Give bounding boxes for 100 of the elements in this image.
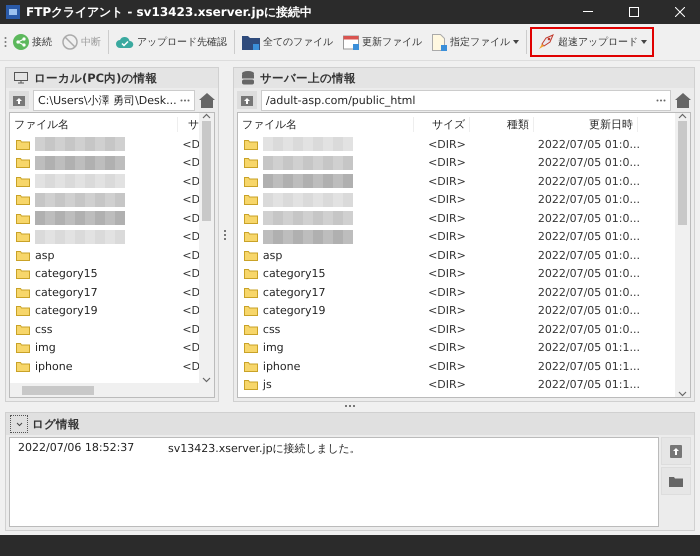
folder-icon bbox=[244, 286, 258, 298]
toolbar-grip-icon bbox=[4, 36, 7, 48]
column-header[interactable]: 更新日時 bbox=[534, 116, 638, 132]
file-name: iphone bbox=[262, 360, 300, 373]
size-cell-text: <D bbox=[181, 267, 199, 280]
up-folder-button[interactable] bbox=[236, 91, 257, 109]
date-cell-text: 2022/07/05 01:0... bbox=[536, 174, 641, 188]
toolbar-button[interactable]: アップロード先確認 bbox=[112, 27, 231, 57]
size-cell-text: <D bbox=[181, 174, 199, 188]
scroll-down-icon[interactable] bbox=[678, 391, 687, 397]
size-cell-text: <D bbox=[181, 304, 199, 318]
toolbar-button[interactable]: 全てのファイル bbox=[238, 27, 337, 57]
folder-icon bbox=[16, 305, 30, 316]
collapse-toggle[interactable] bbox=[10, 415, 28, 433]
size-cell-text: <D bbox=[181, 322, 199, 336]
upload-icon bbox=[240, 94, 253, 106]
size-cell-text: <DIR> bbox=[427, 230, 467, 244]
upload-icon bbox=[670, 444, 682, 458]
path-field[interactable]: /adult-asp.com/public_html bbox=[260, 90, 671, 110]
folder-icon bbox=[16, 212, 30, 224]
size-cell-text: <D bbox=[181, 360, 199, 373]
column-header[interactable]: ファイル名 bbox=[10, 116, 178, 132]
up-folder-button[interactable] bbox=[9, 91, 29, 109]
file-name: css bbox=[262, 322, 280, 336]
more-icon[interactable] bbox=[180, 98, 190, 102]
date-cell-text: 2022/07/05 01:1... bbox=[536, 341, 641, 354]
size-cell-text: <D bbox=[181, 286, 199, 299]
toolbar-button[interactable]: 更新ファイル bbox=[339, 27, 426, 57]
file-name: category15 bbox=[262, 267, 326, 280]
folder-icon bbox=[244, 176, 258, 187]
path-field[interactable]: C:\Users\小澤 勇司\Desk... bbox=[33, 90, 195, 110]
more-icon[interactable] bbox=[656, 98, 666, 102]
export-button[interactable] bbox=[661, 437, 691, 465]
share-icon bbox=[13, 34, 29, 50]
folder-icon bbox=[16, 231, 30, 242]
scrollbar-thumb[interactable] bbox=[202, 121, 211, 221]
file-name: img bbox=[262, 341, 284, 354]
scrollbar-thumb[interactable] bbox=[678, 121, 687, 225]
date-cell-text: 2022/07/05 01:0... bbox=[536, 230, 641, 244]
folder-icon bbox=[16, 250, 30, 261]
close-icon[interactable] bbox=[675, 7, 685, 17]
date-cell-text: 2022/07/05 01:0... bbox=[536, 193, 641, 206]
horizontal-scrollbar[interactable] bbox=[10, 383, 199, 397]
date-cell-text: 2022/07/05 01:0... bbox=[536, 156, 641, 170]
scroll-up-icon[interactable] bbox=[202, 113, 211, 119]
folder-icon bbox=[16, 360, 30, 372]
size-cell-text: <DIR> bbox=[427, 174, 467, 188]
file-name: category17 bbox=[262, 286, 326, 299]
folder-icon bbox=[16, 138, 30, 150]
file-name: asp bbox=[35, 248, 54, 262]
size-cell-text: <D bbox=[181, 230, 199, 244]
home-icon[interactable] bbox=[675, 92, 691, 108]
date-cell-text: 2022/07/05 01:0... bbox=[536, 286, 641, 299]
panel-title: ログ情報 bbox=[32, 416, 80, 432]
size-cell-text: <D bbox=[181, 212, 199, 225]
file-name: iphone bbox=[35, 360, 72, 373]
chevron-icon bbox=[16, 422, 22, 426]
folder-icon bbox=[244, 342, 258, 354]
home-icon[interactable] bbox=[199, 92, 215, 108]
size-cell-text: <DIR> bbox=[427, 304, 467, 318]
minimize-icon[interactable] bbox=[583, 11, 593, 13]
toolbar-button[interactable]: 接続 bbox=[9, 27, 56, 57]
folder-icon bbox=[244, 379, 258, 390]
folder-icon bbox=[244, 268, 258, 280]
monitor-icon bbox=[14, 72, 28, 84]
rocket-icon bbox=[537, 33, 555, 51]
folder-icon bbox=[244, 250, 258, 261]
folder-icon bbox=[16, 342, 30, 354]
cloud-check-icon bbox=[116, 35, 134, 49]
scroll-up-icon[interactable] bbox=[678, 113, 687, 119]
app-icon bbox=[6, 5, 20, 19]
maximize-icon[interactable] bbox=[629, 7, 639, 17]
caret-icon bbox=[641, 40, 647, 44]
log-time: 2022/07/06 18:52:37 bbox=[18, 441, 136, 456]
scroll-down-icon[interactable] bbox=[202, 377, 211, 383]
size-cell-text: <DIR> bbox=[427, 138, 467, 151]
column-header[interactable]: サイズ bbox=[414, 116, 470, 132]
file-name: js bbox=[262, 378, 272, 392]
folder-icon bbox=[244, 212, 258, 224]
folder-icon bbox=[244, 324, 258, 335]
size-cell-text: <DIR> bbox=[427, 212, 467, 225]
folder-icon bbox=[669, 476, 683, 486]
size-cell-text: <DIR> bbox=[427, 322, 467, 336]
scrollbar[interactable] bbox=[675, 113, 690, 397]
folder-icon bbox=[16, 324, 30, 335]
column-header[interactable]: ファイル名 bbox=[238, 116, 414, 132]
size-cell-text: <DIR> bbox=[427, 341, 467, 354]
folder-button[interactable] bbox=[661, 467, 691, 495]
size-cell-text: <D bbox=[181, 138, 199, 151]
folder-icon bbox=[16, 176, 30, 187]
size-cell-text: <D bbox=[181, 248, 199, 262]
folder-icon bbox=[16, 268, 30, 280]
date-cell-text: 2022/07/05 01:1... bbox=[536, 360, 641, 373]
file-name: category15 bbox=[35, 267, 98, 280]
file-name: category17 bbox=[35, 286, 98, 299]
size-cell-text: <DIR> bbox=[427, 286, 467, 299]
column-header[interactable]: 種類 bbox=[470, 116, 534, 132]
scrollbar[interactable] bbox=[199, 113, 214, 397]
toolbar-button[interactable]: 指定ファイル bbox=[428, 27, 523, 57]
toolbar-button[interactable]: 超速アップロード bbox=[530, 27, 654, 57]
